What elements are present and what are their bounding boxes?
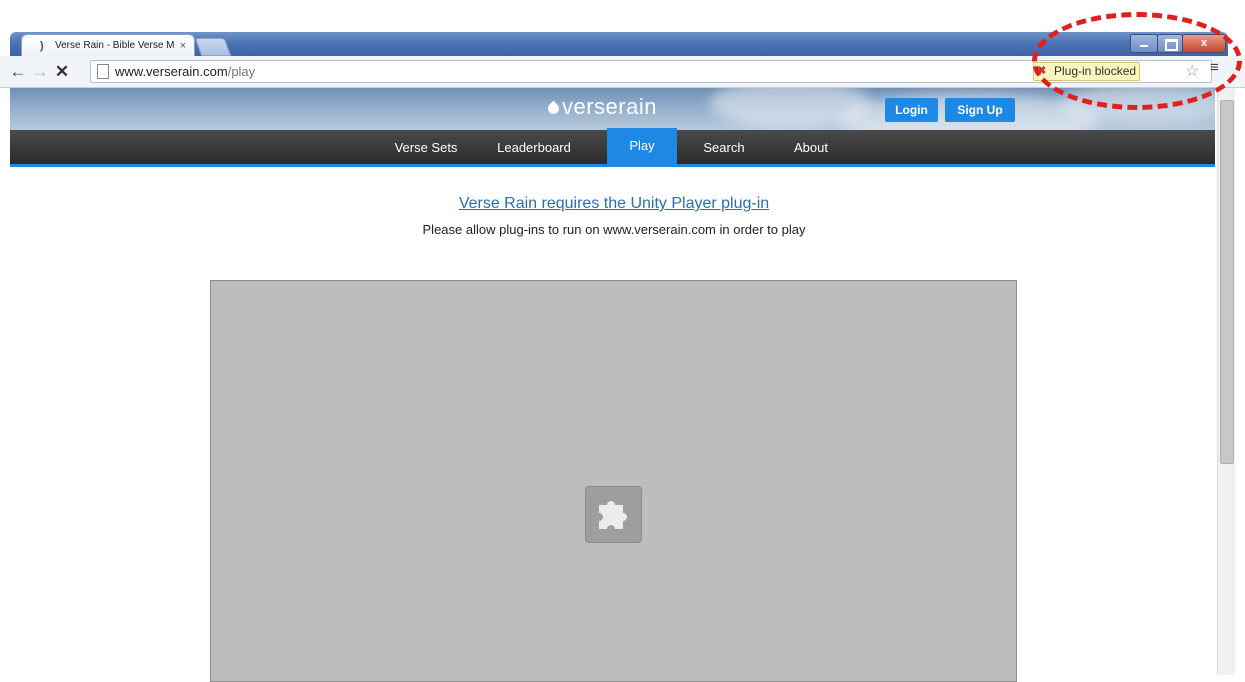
nav-item-about[interactable]: About [780, 130, 842, 164]
new-tab-button[interactable] [194, 38, 232, 56]
plugin-placeholder[interactable] [210, 280, 1017, 682]
tab-title: Verse Rain - Bible Verse M [55, 40, 175, 51]
url-text[interactable]: www.verserain.com/play [115, 64, 255, 79]
url-path: /play [227, 64, 256, 79]
login-button[interactable]: Login [885, 98, 938, 122]
nav-item-play[interactable]: Play [607, 128, 677, 164]
annotation-circle [1032, 12, 1242, 110]
page-scrollbar[interactable] [1217, 88, 1235, 675]
site-favicon-icon: ) [40, 39, 44, 52]
site-logo[interactable]: verserain [545, 94, 657, 120]
nav-item-leaderboard[interactable]: Leaderboard [488, 130, 580, 164]
scroll-thumb[interactable] [1220, 100, 1234, 464]
puzzle-piece-icon [585, 486, 642, 543]
site-nav: Verse Sets Leaderboard Play Search About [10, 128, 1215, 167]
site-header: verserain Login Sign Up [10, 88, 1215, 130]
nav-item-search[interactable]: Search [692, 130, 756, 164]
logo-text-rain: rain [618, 94, 657, 119]
unity-plugin-link[interactable]: Verse Rain requires the Unity Player plu… [0, 195, 1228, 213]
page-icon [97, 64, 109, 79]
browser-tab[interactable]: ) Verse Rain - Bible Verse M × [22, 35, 194, 56]
raindrop-icon [545, 100, 562, 117]
plugin-instructions: Please allow plug-ins to run on www.vers… [422, 222, 806, 237]
signup-button[interactable]: Sign Up [945, 98, 1015, 122]
back-arrow-icon[interactable]: ← [8, 62, 28, 82]
logo-text-verse: verse [562, 94, 619, 119]
nav-item-verse-sets[interactable]: Verse Sets [386, 130, 466, 164]
tab-close-icon[interactable]: × [176, 40, 190, 52]
forward-arrow-icon[interactable]: → [30, 62, 50, 82]
url-host: www.verserain.com [115, 64, 228, 79]
stop-loading-icon[interactable]: ✕ [52, 62, 72, 82]
